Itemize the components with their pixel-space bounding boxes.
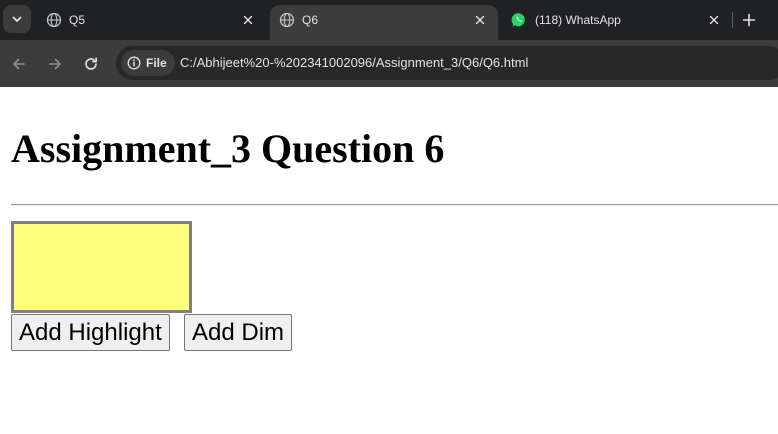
horizontal-rule (11, 204, 778, 206)
globe-icon (279, 12, 295, 28)
address-bar[interactable]: File C:/Abhijeet%20-%202341002096/Assign… (116, 46, 778, 80)
tab-q5[interactable]: Q5 (38, 0, 268, 40)
add-dim-button[interactable]: Add Dim (184, 314, 293, 351)
tab-title: (118) WhatsApp (535, 13, 621, 27)
url-text[interactable]: C:/Abhijeet%20-%202341002096/Assignment_… (180, 55, 528, 70)
whatsapp-icon (511, 13, 525, 27)
tab-separator (732, 12, 733, 28)
reload-button[interactable] (81, 54, 101, 74)
site-info-chip[interactable]: File (121, 50, 175, 76)
globe-icon (46, 12, 62, 28)
info-icon (127, 56, 141, 70)
back-button[interactable] (9, 54, 29, 74)
site-chip-label: File (146, 56, 167, 70)
plus-icon (742, 13, 756, 27)
tab-search-button[interactable] (3, 5, 31, 33)
tab-strip: Q5 Q6 (118) WhatsApp (0, 0, 778, 40)
close-icon[interactable] (240, 12, 256, 28)
new-tab-button[interactable] (741, 12, 757, 28)
demo-box (11, 221, 192, 313)
forward-button[interactable] (45, 54, 65, 74)
reload-icon (85, 57, 97, 70)
tab-whatsapp[interactable]: (118) WhatsApp (502, 0, 730, 40)
tab-q6[interactable]: Q6 (270, 5, 498, 40)
tab-title: Q6 (302, 13, 319, 27)
page-title: Assignment_3 Question 6 (11, 126, 445, 171)
add-highlight-button[interactable]: Add Highlight (11, 314, 170, 351)
browser-toolbar: File C:/Abhijeet%20-%202341002096/Assign… (0, 40, 778, 87)
chevron-down-icon (12, 16, 22, 22)
page-content: Assignment_3 Question 6 Add Highlight Ad… (0, 87, 778, 434)
arrow-right-icon (49, 58, 61, 70)
close-icon[interactable] (472, 12, 488, 28)
tab-title: Q5 (69, 13, 86, 27)
arrow-left-icon (13, 58, 25, 70)
close-icon[interactable] (706, 12, 722, 28)
